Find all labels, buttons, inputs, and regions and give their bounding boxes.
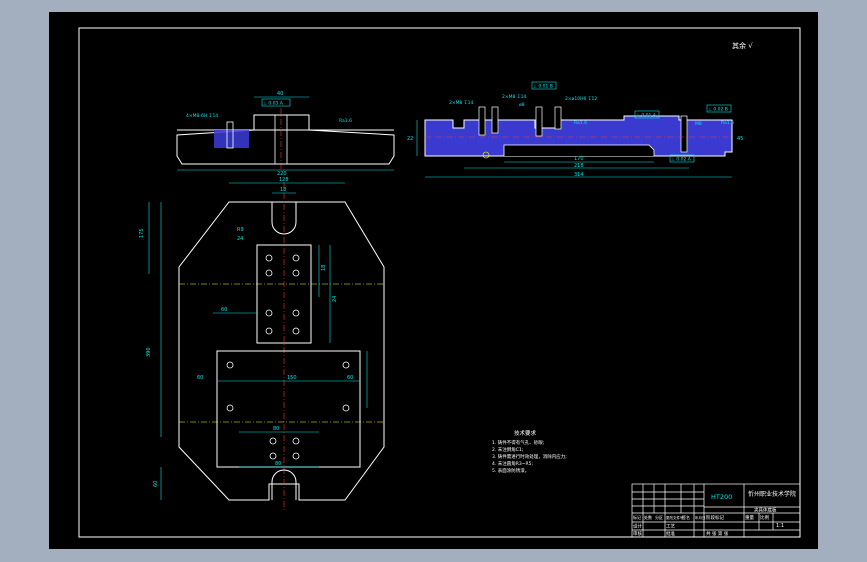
- sheet-border: [78, 27, 801, 538]
- front-view: 40 ⊥ 0.03 A 4×M8-6H ↧14 Ra1.6 220: [176, 91, 395, 177]
- plan-dim-top-width: 128: [279, 177, 289, 183]
- tb-process: 工艺: [666, 524, 675, 530]
- side-dim-mid: 218: [574, 163, 584, 169]
- tb-sheet: 共 张 第 张: [706, 530, 729, 537]
- side-dim-total: 314: [574, 172, 584, 178]
- tb-review: 审核: [633, 530, 642, 537]
- tb-design: 设计: [633, 523, 642, 530]
- plan-dim-lower-width: 150: [287, 375, 297, 381]
- tech-requirements: 技术要求 1. 铸件不得有气孔、砂眼; 2. 未注倒角C1; 3. 铸件需进行时…: [492, 429, 567, 474]
- tb-row-label: 分区: [655, 514, 663, 520]
- side-dim-inner: 170: [574, 156, 584, 162]
- front-ra: Ra1.6: [339, 118, 352, 124]
- side-tol-right: ⊥ 0.02 B: [708, 107, 728, 113]
- plan-dim-slot-depth: 24: [237, 236, 243, 242]
- front-section-hatch: [214, 130, 249, 148]
- tech-req-item: 2. 未注倒角C1;: [492, 446, 523, 453]
- side-hole-small: ø8: [519, 102, 525, 108]
- plan-dim-mid-width: 60: [221, 307, 227, 313]
- plan-pattern-dim2: 24: [332, 296, 338, 302]
- drawing-name: 夹具体底板: [754, 507, 777, 514]
- tb-stage: 阶段标记: [706, 514, 724, 521]
- side-hole-h6: 2×ø10H6 ↧12: [565, 96, 597, 102]
- side-ra-right: Ra1.6: [721, 120, 734, 126]
- plan-dim-slot-r: R9: [237, 227, 244, 233]
- tech-req-item: 5. 表面涂防锈漆。: [492, 467, 529, 474]
- tech-req-item: 1. 铸件不得有气孔、砂眼;: [492, 439, 544, 446]
- tb-row-label: 签名: [682, 514, 690, 520]
- tb-scale-label: 比例: [760, 514, 769, 521]
- front-dim-width: 40: [277, 91, 283, 97]
- side-tol-top: ⊥ 0.01 B: [533, 84, 553, 90]
- cad-drawing-viewport[interactable]: 其余 √ 40 ⊥ 0.03 A 4×M8-6H ↧14 Ra1.6 220 2…: [49, 12, 818, 549]
- tb-row-label: 标记: [633, 514, 641, 520]
- side-depth: M8: [695, 121, 702, 127]
- school-name: 忻州职业技术学院: [748, 490, 796, 498]
- side-dim-height-right: 45: [737, 136, 743, 142]
- plan-dim-left-top: 175: [139, 228, 145, 238]
- roughness-note: 其余 √: [732, 41, 753, 50]
- side-tol-mid: ⊥ 0.01 A: [636, 113, 657, 119]
- plan-dim-left-mid: 390: [146, 347, 152, 357]
- front-thread-callout: 4×M8-6H ↧14: [186, 113, 218, 119]
- plan-pattern-dim1: 18: [321, 265, 327, 271]
- material-label: HT200: [711, 493, 732, 501]
- drawing-canvas: 其余 √ 40 ⊥ 0.03 A 4×M8-6H ↧14 Ra1.6 220 2…: [78, 27, 801, 538]
- side-dim-height: 22: [407, 136, 413, 142]
- side-section-view: 2×M8 ↧14 2×M8 ↧14 ⊥ 0.01 B ø8 2×ø10H6 ↧1…: [407, 81, 743, 178]
- tb-scale-value: 1:1: [776, 523, 784, 529]
- tech-req-item: 3. 铸件需进行时效处理，消除内应力;: [492, 453, 567, 460]
- tb-row-label: 处数: [644, 514, 652, 520]
- plan-dim-lower-right: 60: [347, 375, 353, 381]
- side-thread-mid: 2×M8 ↧14: [502, 94, 526, 100]
- front-fit-tolerance: ⊥ 0.03 A: [263, 101, 284, 107]
- plan-dim-slot: 18: [280, 187, 286, 193]
- tb-weight: 重量: [745, 514, 754, 521]
- tb-row-label: 年月日: [695, 515, 706, 520]
- tech-req-title: 技术要求: [514, 429, 537, 437]
- plan-dim-lower-left: 60: [197, 375, 203, 381]
- plan-dim-bottom-width: 80: [275, 461, 281, 467]
- side-ra-left: Ra1.6: [574, 120, 587, 126]
- side-thread-left: 2×M8 ↧14: [449, 100, 473, 106]
- tb-approve: 批准: [666, 530, 675, 537]
- plan-dim-holes-width: 80: [273, 426, 279, 432]
- tech-req-item: 4. 未注圆角R3~R5;: [492, 460, 533, 467]
- plan-dim-left-bottom: 60: [153, 481, 159, 487]
- plan-view: 175 390 60 128 18 R9 24 18 24 60 150 60 …: [139, 177, 385, 512]
- side-datum: ⊥ 0.02 A: [671, 157, 692, 163]
